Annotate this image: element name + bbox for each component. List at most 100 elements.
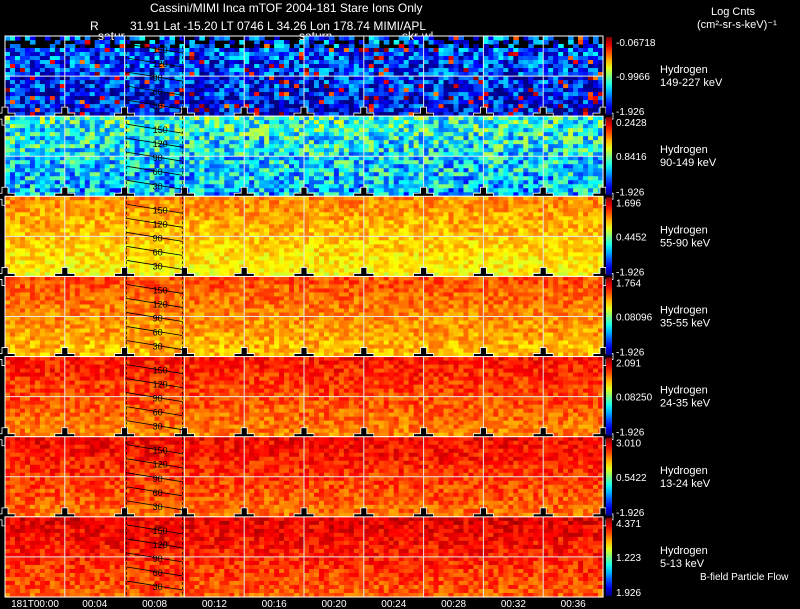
heatmap-cell — [44, 36, 51, 41]
heatmap-cell — [294, 80, 300, 85]
heatmap-cell — [558, 44, 564, 49]
heatmap-cell — [543, 196, 549, 201]
heatmap-cell — [19, 196, 26, 201]
heatmap-cell — [498, 116, 504, 121]
heatmap-cell — [124, 48, 131, 53]
heatmap-cell — [84, 176, 91, 181]
heatmap-cell — [548, 60, 554, 65]
heatmap-cell — [438, 92, 445, 97]
heatmap-cell — [184, 160, 190, 165]
heatmap-cell — [44, 160, 51, 165]
heatmap-cell — [528, 76, 534, 81]
heatmap-cell — [184, 140, 190, 145]
heatmap-cell — [353, 200, 360, 205]
heatmap-cell — [69, 120, 76, 125]
heatmap-cell — [363, 48, 370, 53]
heatmap-cell — [49, 196, 56, 201]
heatmap-cell — [318, 96, 325, 101]
heatmap-cell — [313, 44, 320, 49]
species-label: Hydrogen — [660, 64, 708, 76]
heatmap-cell — [513, 160, 519, 165]
heatmap-cell — [313, 120, 320, 125]
heatmap-cell — [338, 88, 345, 93]
heatmap-cell — [164, 100, 171, 105]
heatmap-cell — [189, 92, 195, 97]
heatmap-cell — [543, 164, 549, 169]
heatmap-cell — [588, 140, 594, 145]
heatmap-cell — [274, 128, 280, 133]
heatmap-cell — [503, 164, 509, 169]
energy-panel-1: 1501209060300.24280.8416-1.926Hydrogen90… — [0, 115, 717, 206]
heatmap-cell — [229, 176, 235, 181]
heatmap-cell — [229, 164, 235, 169]
heatmap-cell — [139, 48, 146, 53]
heatmap-cell — [483, 92, 489, 97]
colorbar-max-label: -0.06718 — [616, 38, 656, 49]
heatmap-cell — [164, 188, 171, 193]
heatmap-cell — [533, 64, 539, 69]
heatmap-cell — [318, 68, 325, 73]
heatmap-cell — [353, 148, 360, 153]
heatmap-cell — [89, 172, 96, 177]
heatmap-cell — [313, 136, 320, 141]
heatmap-cell — [463, 60, 470, 65]
heatmap-cell — [204, 104, 210, 109]
heatmap-cell — [488, 100, 494, 105]
heatmap-cell — [304, 56, 310, 61]
heatmap-cell — [343, 88, 350, 93]
heatmap-cell — [54, 144, 61, 149]
heatmap-cell — [274, 116, 280, 121]
heatmap-cell — [199, 116, 205, 121]
heatmap-cell — [343, 64, 350, 69]
heatmap-cell — [259, 176, 265, 181]
heatmap-cell — [498, 140, 504, 145]
heatmap-cell — [99, 196, 106, 201]
heatmap-cell — [9, 156, 16, 161]
heatmap-cell — [448, 200, 455, 205]
heatmap-cell — [284, 48, 290, 53]
heatmap-cell — [568, 120, 574, 125]
heatmap-cell — [533, 128, 539, 133]
heatmap-cell — [583, 188, 589, 193]
heatmap-cell — [24, 100, 31, 105]
heatmap-cell — [588, 68, 594, 73]
heatmap-cell — [438, 188, 445, 193]
heatmap-cell — [289, 96, 295, 101]
heatmap-cell — [199, 184, 205, 189]
heatmap-cell — [508, 168, 514, 173]
heatmap-cell — [39, 96, 46, 101]
heatmap-cell — [19, 120, 26, 125]
heatmap-cell — [14, 140, 21, 145]
heatmap-cell — [34, 188, 41, 193]
heatmap-cell — [578, 172, 584, 177]
heatmap-cell — [214, 196, 220, 201]
heatmap-cell — [49, 52, 56, 57]
heatmap-cell — [578, 184, 584, 189]
heatmap-cell — [284, 120, 290, 125]
heatmap-cell — [39, 140, 46, 145]
heatmap-cell — [99, 176, 106, 181]
heatmap-cell — [468, 108, 475, 113]
heatmap-cell — [124, 140, 131, 145]
heatmap-cell — [274, 120, 280, 125]
heatmap-cell — [184, 40, 190, 45]
heatmap-cell — [259, 64, 265, 69]
heatmap-cell — [578, 200, 584, 205]
heatmap-cell — [69, 108, 76, 113]
heatmap-cell — [413, 68, 420, 73]
heatmap-cell — [24, 76, 31, 81]
heatmap-cell — [129, 52, 136, 57]
heatmap-cell — [69, 184, 76, 189]
heatmap-cell — [274, 52, 280, 57]
heatmap-cell — [488, 176, 494, 181]
heatmap-cell — [568, 196, 574, 201]
heatmap-cell — [363, 196, 370, 201]
heatmap-cell — [328, 156, 335, 161]
heatmap-cell — [249, 108, 255, 113]
heatmap-cell — [408, 172, 415, 177]
heatmap-cell — [328, 84, 335, 89]
heatmap-cell — [289, 148, 295, 153]
heatmap-cell — [204, 100, 210, 105]
heatmap-cell — [254, 168, 260, 173]
heatmap-cell — [104, 200, 111, 205]
